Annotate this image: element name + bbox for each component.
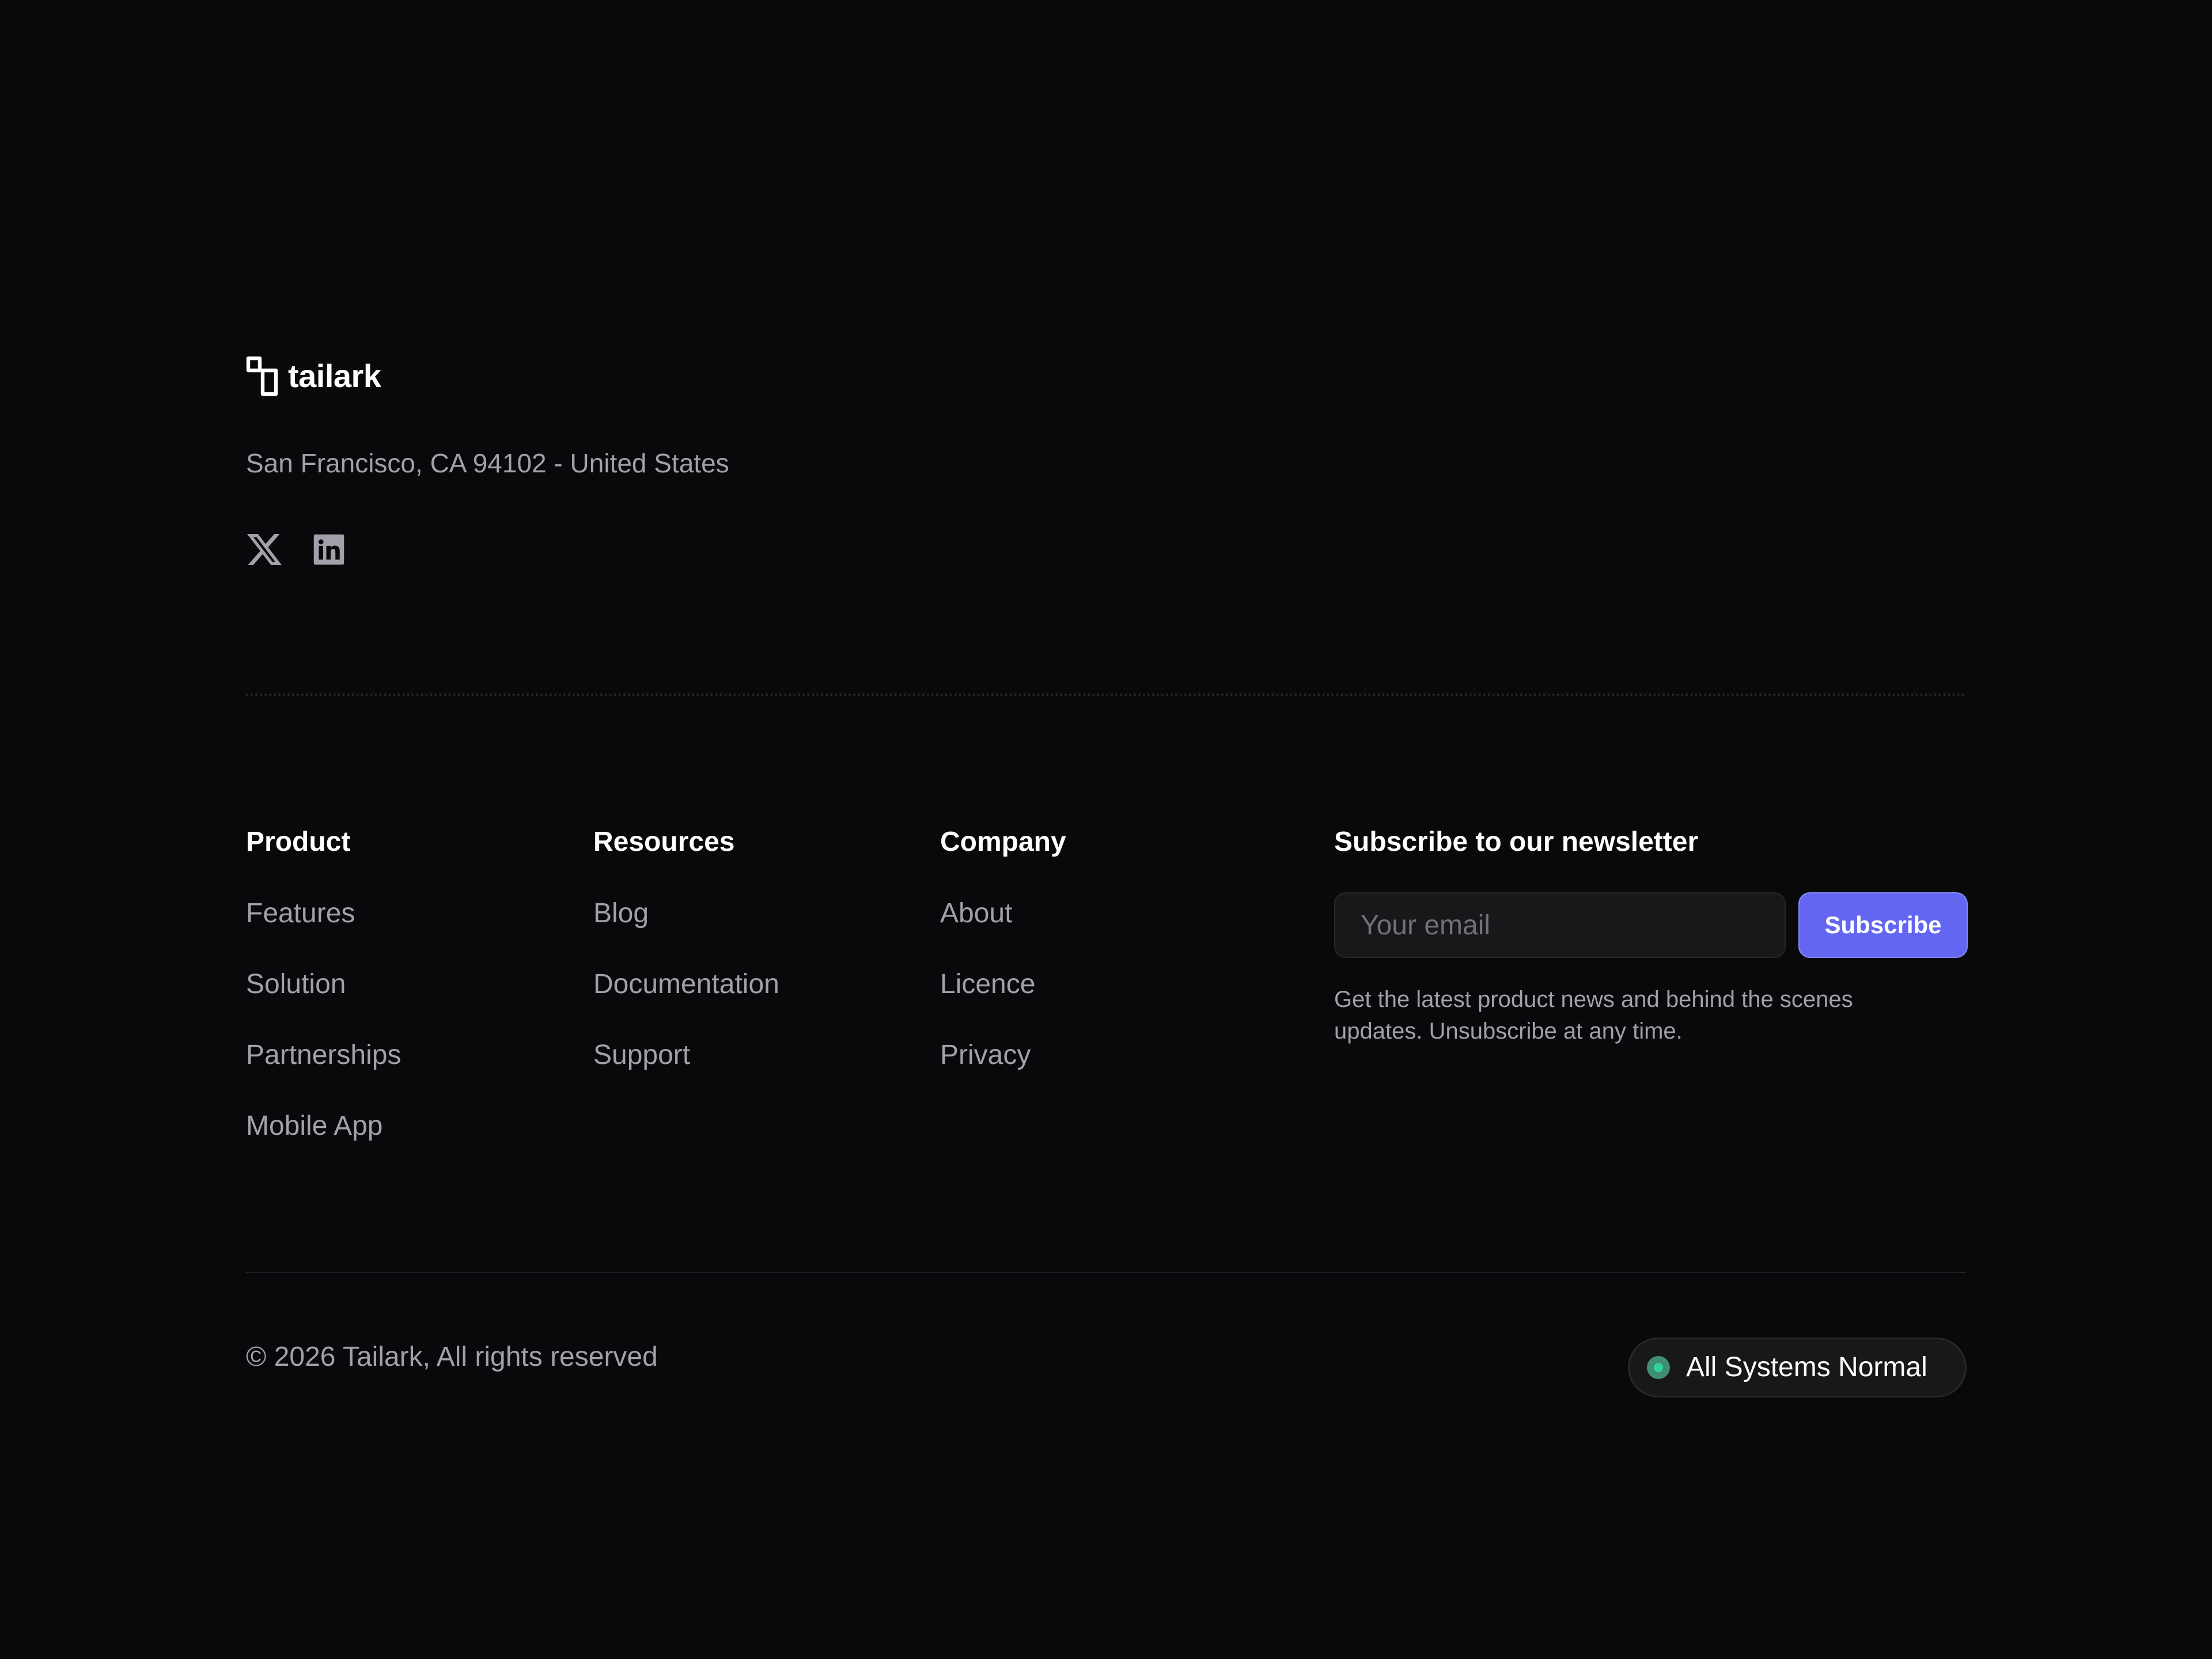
footer-link-mobile-app[interactable]: Mobile App bbox=[246, 1108, 401, 1145]
footer-link-about[interactable]: About bbox=[940, 895, 1066, 932]
column-heading: Product bbox=[246, 827, 351, 857]
footer-link-privacy[interactable]: Privacy bbox=[940, 1037, 1066, 1074]
company-address: San Francisco, CA 94102 - United States bbox=[246, 448, 729, 478]
company-column: Company About Licence Privacy bbox=[940, 824, 1066, 1108]
newsletter-note: Get the latest product news and behind t… bbox=[1334, 987, 1853, 1044]
footer-link-solution[interactable]: Solution bbox=[246, 966, 401, 1003]
x-twitter-icon bbox=[247, 534, 282, 565]
email-input[interactable] bbox=[1334, 892, 1786, 958]
footer-link-features[interactable]: Features bbox=[246, 895, 401, 932]
brand-logo-link[interactable]: tailark bbox=[245, 354, 381, 398]
copyright-text: © 2026 Tailark, All rights reserved bbox=[246, 1342, 658, 1372]
footer-link-blog[interactable]: Blog bbox=[593, 895, 779, 932]
footer-link-support[interactable]: Support bbox=[593, 1037, 779, 1074]
footer-divider bbox=[246, 1272, 1966, 1273]
x-twitter-link[interactable] bbox=[246, 531, 283, 568]
status-label: All Systems Normal bbox=[1686, 1352, 1927, 1382]
column-heading: Resources bbox=[593, 827, 735, 857]
footer: tailark San Francisco, CA 94102 - United… bbox=[0, 0, 2212, 1659]
subscribe-button[interactable]: Subscribe bbox=[1798, 892, 1968, 958]
footer-link-licence[interactable]: Licence bbox=[940, 966, 1066, 1003]
dotted-divider bbox=[246, 694, 1966, 696]
newsletter-form: Subscribe bbox=[1334, 892, 1968, 959]
footer-link-partnerships[interactable]: Partnerships bbox=[246, 1037, 401, 1074]
newsletter-section: Subscribe to our newsletter Subscribe Ge… bbox=[1334, 824, 1968, 1044]
brand-name: tailark bbox=[288, 358, 381, 394]
system-status-badge[interactable]: All Systems Normal bbox=[1628, 1338, 1967, 1397]
footer-link-documentation[interactable]: Documentation bbox=[593, 966, 779, 1003]
column-heading: Company bbox=[940, 827, 1066, 857]
linkedin-icon bbox=[313, 534, 344, 565]
status-dot-icon bbox=[1647, 1356, 1670, 1379]
newsletter-heading: Subscribe to our newsletter bbox=[1334, 827, 1699, 857]
tailark-logo-icon bbox=[246, 356, 278, 396]
social-links bbox=[246, 531, 347, 568]
resources-column: Resources Blog Documentation Support bbox=[593, 824, 779, 1108]
linkedin-link[interactable] bbox=[310, 531, 347, 568]
product-column: Product Features Solution Partnerships M… bbox=[246, 824, 401, 1179]
